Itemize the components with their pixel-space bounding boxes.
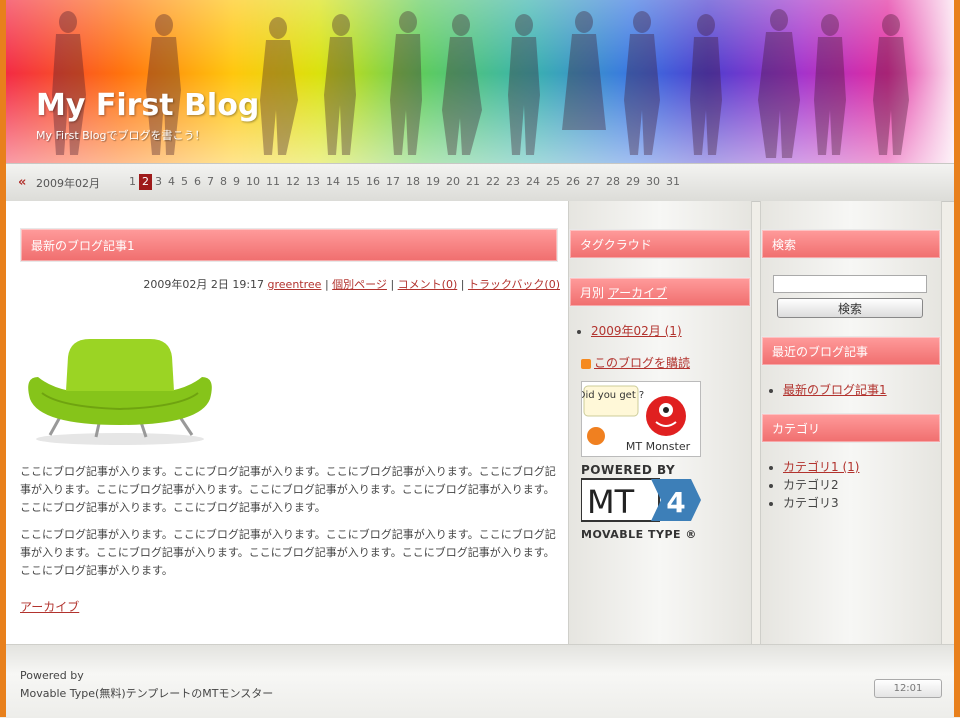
meta-separator: | [324,278,329,291]
calendar-day: 8 [220,175,227,188]
category-link[interactable]: カテゴリ1 (1) [783,460,859,474]
archive-list: 2009年02月 (1) [579,322,682,340]
entry-meta: 2009年02月 2日 19:17 greentree | 個別ページ | コメ… [143,276,560,292]
footer: Powered by Movable Type(無料)テンプレートのMTモンスタ… [6,644,954,718]
monthly-archive-heading: 月別 アーカイブ [569,277,751,307]
calendar-day: 11 [266,175,280,188]
recent-entries-heading: 最近のブログ記事 [761,336,941,366]
recent-entry-link[interactable]: 最新のブログ記事1 [783,383,887,397]
entry-paragraph: ここにブログ記事が入ります。ここにブログ記事が入ります。ここにブログ記事が入りま… [20,528,556,577]
calendar-day: 27 [586,175,600,188]
entry-author-link[interactable]: greentree [268,278,322,291]
archive-list-item: 2009年02月 (1) [591,322,682,340]
blog-title[interactable]: My First Blog [36,88,259,123]
category-item: カテゴリ3 [783,494,859,512]
calendar-day: 4 [168,175,175,188]
calendar-day: 12 [286,175,300,188]
calendar-day: 24 [526,175,540,188]
permalink-link[interactable]: 個別ページ [332,278,387,291]
calendar-day: 18 [406,175,420,188]
monster-badge-text: Did you get ? [582,390,644,401]
calendar-day: 15 [346,175,360,188]
entry-date: 2009年02月 2日 19:17 [143,278,265,291]
mt-version-text: 4 [666,486,685,519]
category-item: カテゴリ1 (1) [783,458,859,476]
monthly-archive-link[interactable]: アーカイブ [608,286,667,300]
blog-description: My First Blogでブログを書こう！ [36,129,206,142]
footer-text: Powered by Movable Type(無料)テンプレートのMTモンスタ… [20,667,273,703]
tagcloud-heading: タグクラウド [569,229,751,259]
meta-separator: | [390,278,395,291]
calendar-days: 1 2 3 4 5 6 7 8 9 10 11 12 13 14 15 16 17 18 19 20 21 22 23 24 2… [126,174,683,190]
category-item: カテゴリ2 [783,476,859,494]
search-button[interactable]: 検索 [777,298,923,318]
search-heading: 検索 [761,229,941,259]
sofa-image [20,307,220,457]
calendar-day: 17 [386,175,400,188]
calendar-day: 29 [626,175,640,188]
calendar-day: 22 [486,175,500,188]
calendar-day: 20 [446,175,460,188]
calendar-day: 16 [366,175,380,188]
mt4-logo-image: MT 4 [580,478,701,522]
search-input[interactable] [773,275,927,293]
monthly-prefix: 月別 [580,286,605,300]
previous-month-icon[interactable]: « [18,175,26,190]
main-content: 最新のブログ記事1 2009年02月 2日 19:17 greentree | … [6,201,568,644]
recent-entry-item: 最新のブログ記事1 [783,381,887,399]
rss-icon [581,358,591,369]
meta-separator: | [460,278,465,291]
powered-by-mt-logo[interactable]: POWERED BY MT 4 MOVABLE TYPE ® [580,463,703,541]
category-heading: カテゴリ [761,413,941,443]
calendar-day: 7 [207,175,214,188]
calendar-day: 5 [181,175,188,188]
mt-monster-image: Did you get ? MT Monster [578,385,691,453]
calendar-day: 21 [466,175,480,188]
clock-widget: 12:01 [874,679,942,698]
comments-link[interactable]: コメント(0) [398,278,458,291]
footer-template-credit[interactable]: Movable Type(無料)テンプレートのMTモンスター [20,685,273,703]
sidebar-left: タグクラウド 月別 アーカイブ 2009年02月 (1) このブログを購読 Di… [568,201,752,644]
calendar-day: 10 [246,175,260,188]
calendar-day: 1 [129,175,136,188]
category-list: カテゴリ1 (1) カテゴリ2カテゴリ3 [771,458,859,512]
trackbacks-link[interactable]: トラックバック(0) [468,278,560,291]
calendar-day: 6 [194,175,201,188]
footer-powered-by: Powered by [20,669,84,682]
sidebar-right: 検索 検索 最近のブログ記事 最新のブログ記事1 カテゴリ カテゴリ1 (1)カ… [760,201,942,644]
calendar-day: 14 [326,175,340,188]
powered-by-text: POWERED BY [581,463,676,477]
calendar-day: 3 [155,175,162,188]
calendar-bar: « 2009年02月 1 2 3 4 5 6 7 8 9 10 11 12 13 14 15 16 17 18 19… [6,163,954,202]
mt-name-text: MOVABLE TYPE ® [581,528,697,541]
subscribe-link[interactable]: このブログを購読 [581,354,690,371]
calendar-day: 26 [566,175,580,188]
mt-monster-banner[interactable]: Did you get ? MT Monster [578,381,701,457]
calendar-day: 30 [646,175,660,188]
archive-link[interactable]: アーカイブ [20,598,79,615]
calendar-day: 25 [546,175,560,188]
calendar-day[interactable]: 2 [139,174,152,190]
archive-month-link[interactable]: 2009年02月 (1) [591,324,682,338]
monster-name-text: MT Monster [626,440,691,453]
calendar-day: 28 [606,175,620,188]
calendar-month-label: 2009年02月 [36,177,100,190]
entry-title[interactable]: 最新のブログ記事1 [20,228,558,262]
calendar-day: 13 [306,175,320,188]
calendar-day: 9 [233,175,240,188]
subscribe-label: このブログを購読 [594,356,691,370]
calendar-day: 19 [426,175,440,188]
blog-header: My First Blog My First Blogでブログを書こう！ [6,0,954,163]
recent-entries-list: 最新のブログ記事1 [771,381,887,399]
calendar-day: 31 [666,175,680,188]
entry-paragraph: ここにブログ記事が入ります。ここにブログ記事が入ります。ここにブログ記事が入りま… [20,465,556,514]
mt-logo-text: MT [587,483,635,521]
calendar-day: 23 [506,175,520,188]
